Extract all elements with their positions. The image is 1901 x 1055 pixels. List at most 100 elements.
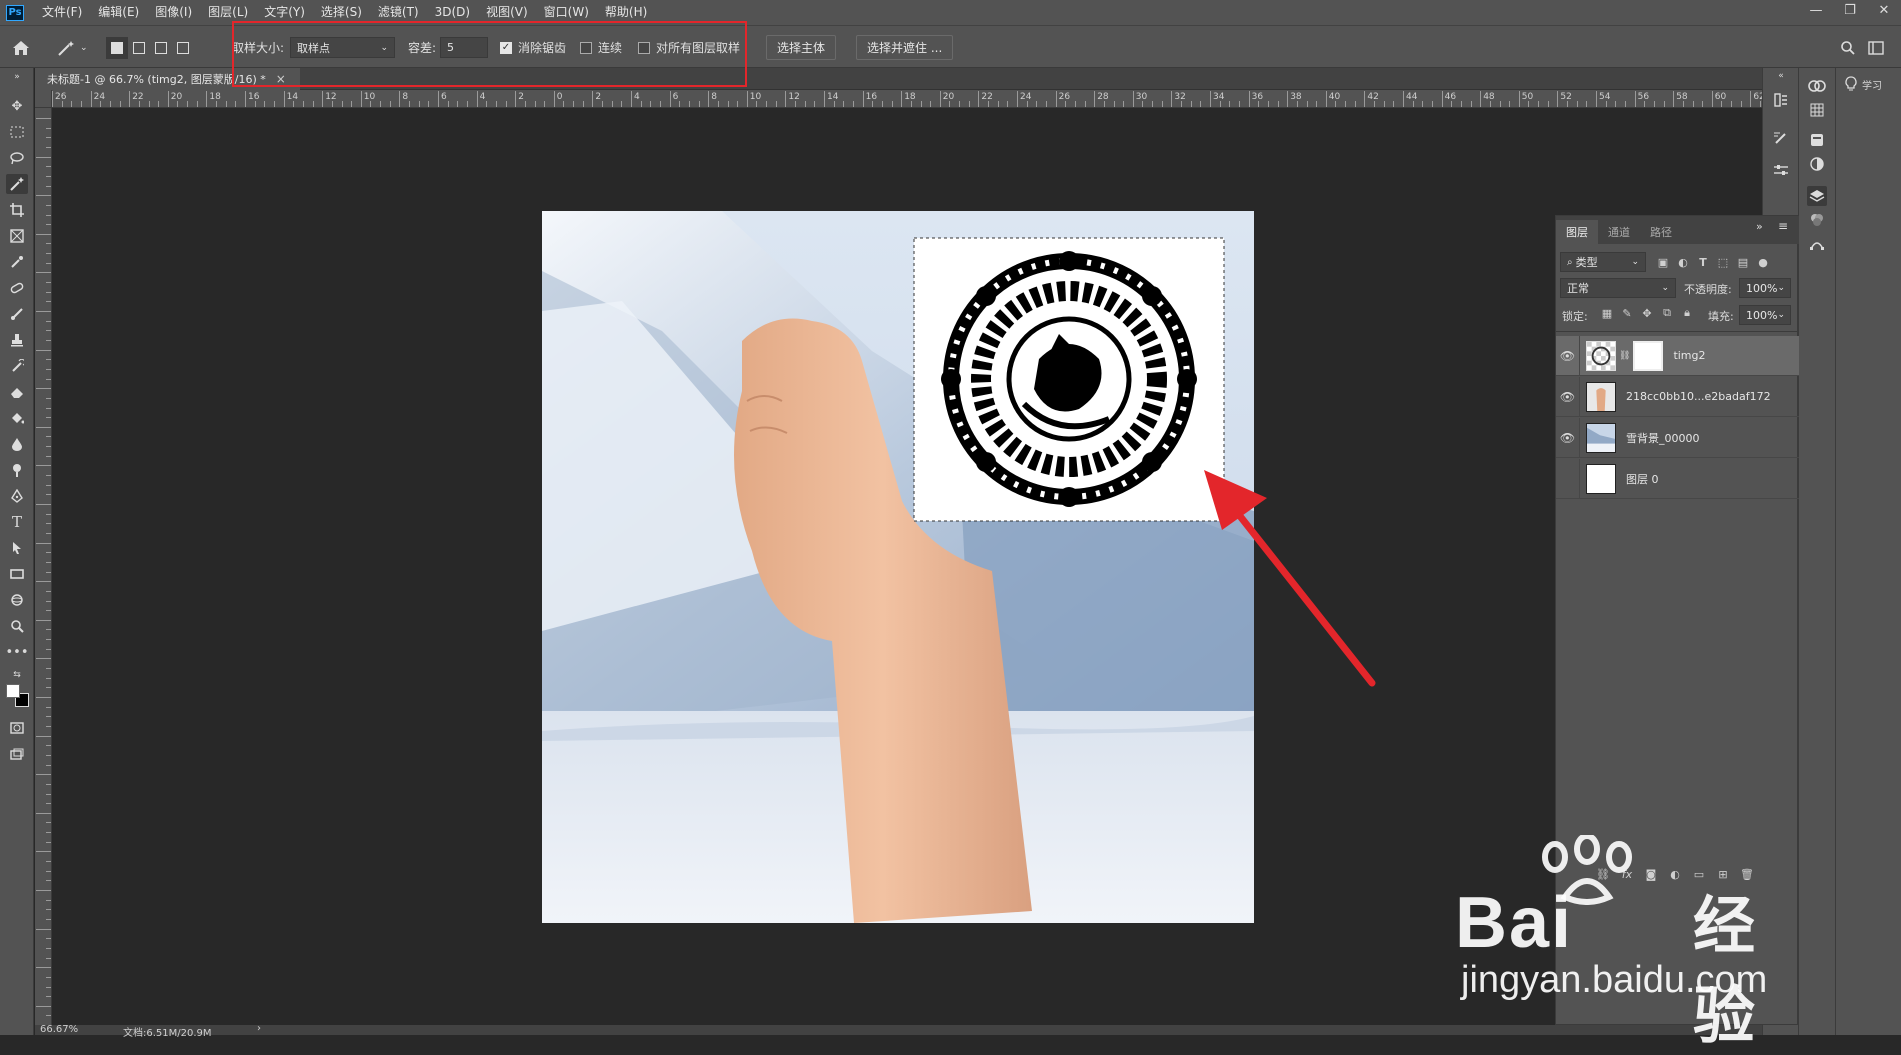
adjustments-panel-button[interactable] bbox=[1807, 154, 1827, 174]
layer-row-layer0[interactable]: 图层 0 bbox=[1556, 458, 1799, 499]
add-to-selection-button[interactable] bbox=[128, 37, 150, 59]
vertical-ruler[interactable] bbox=[35, 108, 52, 1025]
lock-all-icon[interactable]: 🔒︎ bbox=[1680, 306, 1694, 320]
fill-input[interactable]: 100% ⌄ bbox=[1739, 305, 1791, 325]
swatches-panel-button[interactable] bbox=[1807, 100, 1827, 120]
layer-name[interactable]: 雪背景_00000 bbox=[1626, 430, 1700, 446]
home-button[interactable] bbox=[12, 26, 30, 69]
intersect-selection-button[interactable] bbox=[172, 37, 194, 59]
filter-toggle-icon[interactable]: ● bbox=[1756, 255, 1770, 269]
more-tools-button[interactable]: ••• bbox=[6, 642, 29, 662]
marquee-tool[interactable] bbox=[6, 122, 28, 142]
crop-tool[interactable] bbox=[6, 200, 28, 220]
dodge-tool[interactable] bbox=[6, 460, 28, 480]
magic-wand-preset-picker[interactable]: ⌄ bbox=[56, 26, 88, 69]
layer-row-snow[interactable]: 👁︎ 雪背景_00000 bbox=[1556, 417, 1799, 458]
visibility-eye-icon[interactable]: 👁︎ bbox=[1556, 376, 1580, 417]
zoom-level[interactable]: 66.67% bbox=[40, 1024, 78, 1035]
subtract-selection-button[interactable] bbox=[150, 37, 172, 59]
brush-settings-button[interactable] bbox=[1771, 128, 1791, 148]
layer-mask-thumbnail[interactable] bbox=[1633, 340, 1664, 371]
new-layer-icon[interactable]: ⊞ bbox=[1716, 867, 1730, 881]
workspace-button[interactable] bbox=[1868, 26, 1884, 69]
foreground-color-swatch[interactable] bbox=[6, 684, 20, 698]
visibility-eye-icon[interactable]: 👁︎ bbox=[1556, 335, 1580, 376]
adjustment-layer-filter-icon[interactable]: ◐ bbox=[1676, 255, 1690, 269]
move-tool[interactable]: ✥ bbox=[6, 96, 28, 116]
new-selection-button[interactable] bbox=[106, 36, 128, 59]
status-menu-arrow[interactable]: › bbox=[257, 1023, 261, 1034]
adjustments-options-button[interactable] bbox=[1771, 160, 1791, 180]
brush-tool[interactable] bbox=[6, 304, 28, 324]
zoom-tool[interactable] bbox=[6, 616, 28, 636]
blend-mode-select[interactable]: 正常 ⌄ bbox=[1560, 278, 1676, 298]
layer-row-timg2[interactable]: 👁︎ ⛓ timg2 bbox=[1556, 335, 1799, 376]
lock-position-icon[interactable]: ✥ bbox=[1640, 306, 1654, 320]
smart-object-filter-icon[interactable]: ▤ bbox=[1736, 255, 1750, 269]
quick-mask-button[interactable] bbox=[6, 718, 28, 738]
close-window-button[interactable]: ✕ bbox=[1868, 0, 1900, 25]
ruler-origin[interactable] bbox=[35, 90, 52, 108]
history-brush-tool[interactable] bbox=[6, 356, 28, 376]
lock-pixels-brush-icon[interactable]: ✎ bbox=[1620, 306, 1634, 320]
search-button[interactable] bbox=[1840, 26, 1856, 69]
visibility-off-slot[interactable] bbox=[1556, 458, 1580, 499]
path-selection-tool[interactable] bbox=[6, 538, 28, 558]
healing-tool[interactable] bbox=[6, 278, 28, 298]
pen-tool[interactable] bbox=[6, 486, 28, 506]
color-swatches[interactable] bbox=[4, 682, 30, 708]
libraries-panel-button[interactable] bbox=[1807, 130, 1827, 150]
select-subject-button[interactable]: 选择主体 bbox=[766, 35, 837, 60]
lasso-tool[interactable] bbox=[6, 148, 28, 168]
history-panel-button[interactable] bbox=[1771, 90, 1791, 110]
opacity-input[interactable]: 100% ⌄ bbox=[1739, 278, 1791, 298]
collapse-icon[interactable]: « bbox=[1771, 66, 1791, 86]
learn-panel-button[interactable]: 学习 bbox=[1844, 76, 1882, 92]
type-layer-filter-icon[interactable]: T bbox=[1696, 255, 1710, 269]
menu-edit[interactable]: 编辑(E) bbox=[90, 0, 147, 25]
tab-channels[interactable]: 通道 bbox=[1598, 220, 1640, 244]
eraser-tool[interactable] bbox=[6, 382, 28, 402]
add-mask-icon[interactable]: ◙ bbox=[1644, 867, 1658, 881]
minimize-button[interactable]: — bbox=[1800, 0, 1832, 25]
menu-file[interactable]: 文件(F) bbox=[34, 0, 90, 25]
frame-tool[interactable] bbox=[6, 226, 28, 246]
layer-name[interactable]: timg2 bbox=[1673, 349, 1705, 362]
expand-panel-icon[interactable]: » bbox=[1756, 220, 1763, 233]
restore-button[interactable]: ❐ bbox=[1834, 0, 1866, 25]
paint-bucket-tool[interactable] bbox=[6, 408, 28, 428]
collapse-icon[interactable]: » bbox=[6, 72, 28, 82]
channels-panel-button[interactable] bbox=[1807, 210, 1827, 230]
rectangle-tool[interactable] bbox=[6, 564, 28, 584]
mask-link-icon[interactable]: ⛓ bbox=[1619, 351, 1630, 361]
type-tool[interactable]: T bbox=[6, 512, 28, 532]
layers-panel-button[interactable] bbox=[1807, 186, 1827, 206]
layer-row-hand[interactable]: 👁︎ 218cc0bb10...e2badaf172 bbox=[1556, 376, 1799, 417]
link-layers-icon[interactable]: ⛓ bbox=[1596, 867, 1610, 881]
3d-rotate-tool[interactable] bbox=[6, 590, 28, 610]
canvas-area[interactable] bbox=[52, 108, 1762, 1025]
screen-mode-button[interactable] bbox=[6, 744, 28, 764]
clone-stamp-tool[interactable] bbox=[6, 330, 28, 350]
layer-name[interactable]: 图层 0 bbox=[1626, 471, 1659, 487]
paths-panel-button[interactable] bbox=[1807, 234, 1827, 254]
panel-menu-icon[interactable]: ≡ bbox=[1778, 219, 1788, 233]
menu-image[interactable]: 图像(I) bbox=[147, 0, 200, 25]
fx-icon[interactable]: fx bbox=[1620, 867, 1634, 881]
layer-name[interactable]: 218cc0bb10...e2badaf172 bbox=[1626, 390, 1771, 403]
lock-transparency-icon[interactable]: ▦ bbox=[1600, 306, 1614, 320]
magic-wand-tool[interactable] bbox=[6, 174, 28, 194]
visibility-eye-icon[interactable]: 👁︎ bbox=[1556, 417, 1580, 458]
color-panel-button[interactable] bbox=[1807, 76, 1827, 96]
document-canvas[interactable] bbox=[542, 211, 1254, 923]
eyedropper-tool[interactable] bbox=[6, 252, 28, 272]
swap-colors-button[interactable]: ⇆ bbox=[6, 668, 28, 682]
new-adjustment-icon[interactable]: ◐ bbox=[1668, 867, 1682, 881]
blur-tool[interactable] bbox=[6, 434, 28, 454]
shape-layer-filter-icon[interactable]: ⬚ bbox=[1716, 255, 1730, 269]
delete-layer-trash-icon[interactable]: 🗑︎ bbox=[1740, 867, 1754, 881]
tab-layers[interactable]: 图层 bbox=[1556, 220, 1598, 244]
lock-artboard-icon[interactable]: ⧉ bbox=[1660, 306, 1674, 320]
horizontal-ruler[interactable]: 26 24 22 20 18 16 14 12 10 8 6 4 2 0 2 4 6 8 10 12 14 16 18 20 2… bbox=[52, 90, 1762, 108]
select-and-mask-button[interactable]: 选择并遮住 ... bbox=[856, 35, 954, 60]
